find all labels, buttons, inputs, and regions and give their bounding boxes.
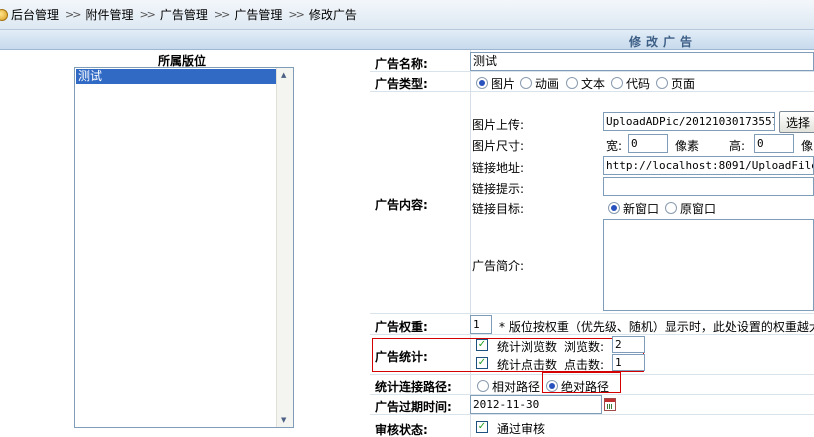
breadcrumb-separator: >> — [288, 8, 305, 21]
expire-label: 广告过期时间: — [375, 400, 452, 414]
list-item[interactable]: 测试 — [76, 69, 277, 84]
type-option-image: 图片 — [491, 77, 516, 91]
scroll-up-icon[interactable]: ▲ — [281, 71, 286, 79]
upload-label: 图片上传: — [472, 118, 525, 132]
row-divider — [370, 71, 814, 72]
type-option-text: 文本 — [581, 77, 606, 91]
breadcrumb-item-edit-ad: 修改广告 — [308, 8, 357, 22]
approve-label: 通过审核 — [497, 422, 546, 436]
type-radio-code[interactable] — [611, 77, 623, 89]
breadcrumb-separator: >> — [139, 8, 156, 21]
review-label: 审核状态: — [375, 423, 428, 437]
section-title-bar: 修改广告 — [0, 30, 814, 50]
breadcrumb-separator: >> — [65, 8, 82, 21]
count-clicks-checkbox[interactable]: ✓ — [476, 357, 488, 369]
upload-path-input[interactable]: UploadADPic/20121030173557269 — [603, 112, 775, 131]
ad-name-label: 广告名称: — [375, 57, 428, 71]
target-option-new: 新窗口 — [623, 202, 660, 216]
size-label: 图片尺寸: — [472, 139, 525, 153]
value-column-divider — [470, 50, 471, 437]
clicks-count-input[interactable]: 1 — [612, 354, 645, 371]
choose-file-button[interactable]: 选择 — [779, 111, 814, 133]
calendar-icon[interactable] — [604, 398, 616, 411]
breadcrumb-item-ad-manage-2[interactable]: 广告管理 — [234, 6, 282, 23]
intro-label: 广告简介: — [472, 259, 525, 273]
width-input[interactable]: 0 — [628, 134, 668, 153]
height-unit: 像 — [801, 139, 814, 153]
type-radio-page[interactable] — [656, 77, 668, 89]
type-option-code: 代码 — [626, 77, 651, 91]
link-url-label: 链接地址: — [472, 161, 525, 175]
target-option-self: 原窗口 — [680, 202, 717, 216]
type-radio-image[interactable] — [476, 77, 488, 89]
path-radio-absolute[interactable] — [546, 380, 558, 392]
weight-label: 广告权重: — [375, 320, 428, 334]
width-unit: 像素 — [675, 139, 700, 153]
ad-type-label: 广告类型: — [375, 77, 428, 91]
count-clicks-label: 统计点击数 — [497, 358, 558, 372]
intro-textarea[interactable] — [603, 219, 814, 311]
views-count-label: 浏览数: — [564, 340, 605, 354]
home-icon — [0, 8, 8, 21]
row-divider — [370, 313, 814, 314]
path-option-relative: 相对路径 — [492, 380, 541, 394]
link-tip-label: 链接提示: — [472, 182, 525, 196]
type-radio-flash[interactable] — [520, 77, 532, 89]
listbox-scrollbar[interactable]: ▲ ▼ — [276, 68, 293, 427]
clicks-count-label: 点击数: — [564, 358, 605, 372]
link-tip-input[interactable] — [603, 177, 814, 196]
height-label: 高: — [729, 139, 746, 153]
type-option-flash: 动画 — [535, 77, 560, 91]
breadcrumb-item-attachments[interactable]: 附件管理 — [85, 6, 133, 23]
path-radio-relative[interactable] — [477, 380, 489, 392]
weight-note: * 版位按权重（优先级、随机）显示时，此处设置的权重越大 — [499, 320, 814, 334]
zone-listbox[interactable]: 测试 ▲ ▼ — [74, 67, 294, 428]
link-url-input[interactable]: http://localhost:8091/UploadFiles/2 — [603, 156, 814, 175]
views-count-input[interactable]: 2 — [612, 336, 645, 353]
scroll-down-icon[interactable]: ▼ — [281, 416, 286, 424]
expire-date-input[interactable]: 2012-11-30 — [470, 395, 602, 414]
link-path-label: 统计连接路径: — [375, 380, 452, 394]
width-label: 宽: — [606, 139, 623, 153]
breadcrumb: 后台管理 >> 附件管理 >> 广告管理 >> 广告管理 >> 修改广告 — [0, 0, 814, 30]
breadcrumb-item-admin[interactable]: 后台管理 — [11, 6, 59, 23]
zone-panel: 所属版位 测试 ▲ ▼ — [0, 50, 370, 437]
page-title: 修改广告 — [629, 35, 698, 49]
target-radio-new[interactable] — [608, 202, 620, 214]
type-option-page: 页面 — [671, 77, 696, 91]
path-option-absolute: 绝对路径 — [561, 380, 610, 394]
breadcrumb-item-ad-manage[interactable]: 广告管理 — [160, 6, 208, 23]
stats-label: 广告统计: — [375, 350, 428, 364]
ad-content-label: 广告内容: — [375, 198, 428, 212]
count-views-checkbox[interactable]: ✓ — [476, 339, 488, 351]
link-target-label: 链接目标: — [472, 202, 525, 216]
height-input[interactable]: 0 — [754, 134, 794, 153]
breadcrumb-separator: >> — [213, 8, 231, 21]
ad-name-input[interactable]: 测试 — [470, 52, 814, 71]
approve-checkbox[interactable]: ✓ — [476, 421, 488, 433]
weight-input[interactable]: 1 — [470, 315, 492, 334]
count-views-label: 统计浏览数 — [497, 340, 558, 354]
target-radio-self[interactable] — [665, 202, 677, 214]
type-radio-text[interactable] — [566, 77, 578, 89]
